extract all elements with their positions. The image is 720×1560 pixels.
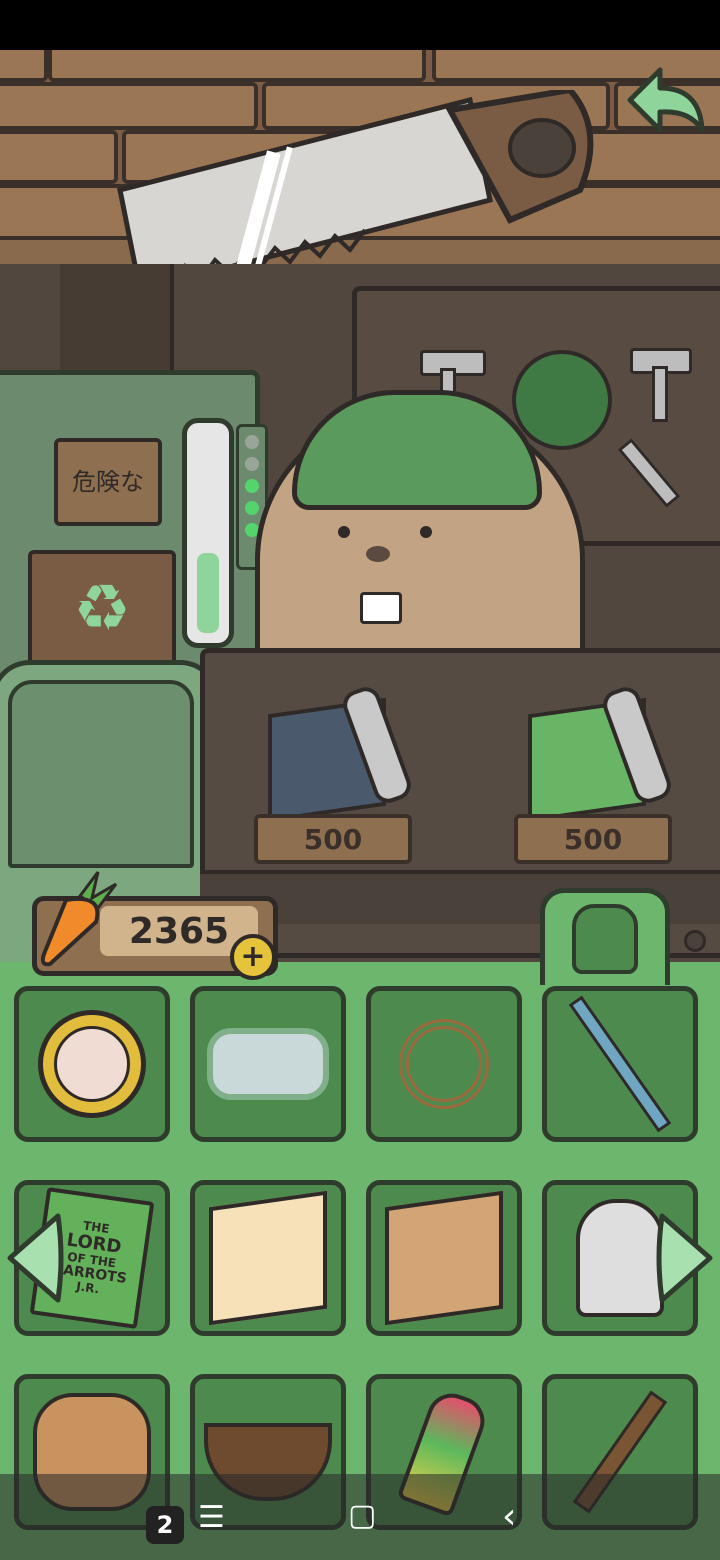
beaver-teeth [360,592,402,624]
hammer-handle [652,366,668,422]
price-label: 500 [563,822,623,856]
back-arrow-button[interactable] [620,60,710,140]
price-label: 500 [303,822,363,856]
bug-net-icon [576,1199,664,1317]
inventory-slot-diving-mask[interactable] [190,986,346,1142]
shop-item-green-map[interactable] [528,683,676,823]
trekking-pole-icon [568,995,672,1133]
menu-button[interactable]: ☰ [198,1500,225,1535]
scroll-left-button[interactable] [2,1210,64,1306]
add-carrots-button[interactable]: + [230,934,276,980]
status-bar [0,0,720,50]
notification-badge: 2 [146,1506,184,1544]
carrot-count: 2365 [128,910,230,952]
shop-scene: 危険な ♻ 500 500 [0,50,720,970]
brick [48,50,426,82]
inventory-slot-trekking-pole[interactable] [542,986,698,1142]
backpack-icon [572,904,638,974]
price-tag: 500 [514,814,672,864]
scroll-right-button[interactable] [656,1210,718,1306]
brick [0,130,118,184]
screw-icon [684,930,706,952]
brown-map-icon [385,1190,503,1326]
inventory-slot-compass[interactable] [14,986,170,1142]
beaver-eye [338,526,350,538]
watermelon-hat-icon [512,350,612,450]
recycle-icon: ♻ [73,572,131,646]
gauge-fill [197,553,219,633]
beaver-nose [366,546,390,562]
price-tag: 500 [254,814,412,864]
bin-flap [8,680,194,868]
compass-icon [38,1010,146,1118]
back-button[interactable]: ‹ [502,1496,516,1537]
brick [0,50,48,82]
inventory-slot-brown-map[interactable] [366,1180,522,1336]
inventory-slot-rope[interactable] [366,986,522,1142]
diving-mask-icon [207,1028,329,1100]
shop-item-dark-map[interactable] [268,683,416,823]
home-button[interactable]: ▢ [348,1498,376,1533]
recycle-crate: ♻ [28,550,176,668]
beaver-eye [420,526,432,538]
power-gauge [182,418,234,648]
backpack-tab[interactable] [540,888,670,985]
system-nav-bar: 2 ☰ ▢ ‹ [0,1474,720,1560]
rope-icon [399,1019,489,1109]
carrot-icon [40,871,118,967]
danger-sign: 危険な [54,438,162,526]
book-author: J.R. [75,1279,101,1297]
inventory-slot-carrot-map[interactable] [190,1180,346,1336]
carrot-map-icon [209,1190,327,1326]
